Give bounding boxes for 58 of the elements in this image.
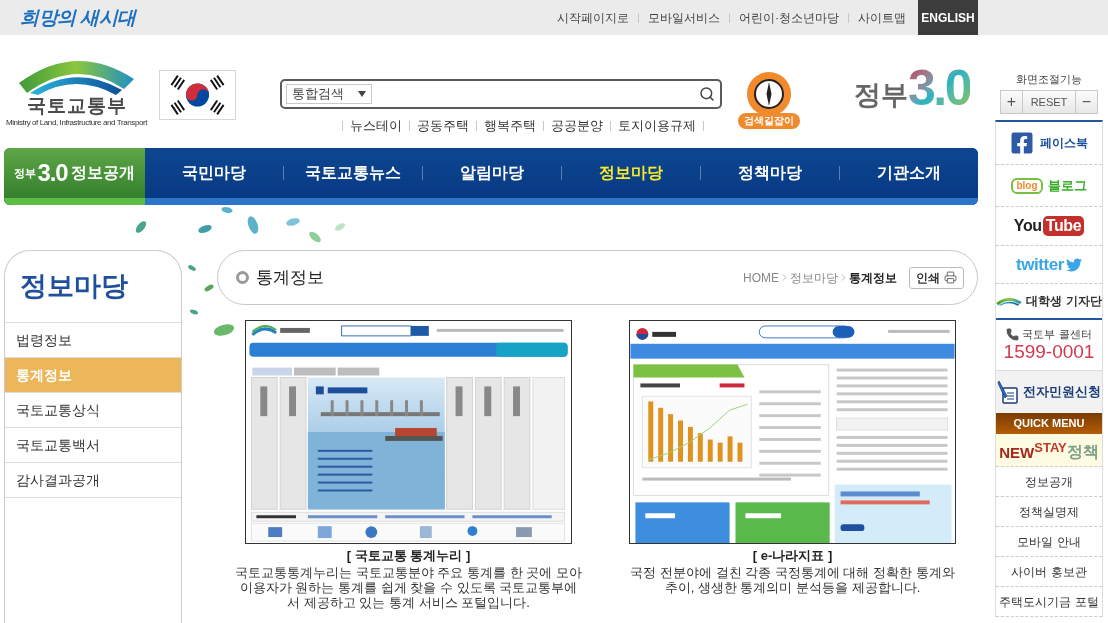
page-title: 통계정보 [256, 266, 324, 289]
dropdown-caret-icon [358, 91, 366, 97]
current-page-label: 통계정보 [849, 269, 897, 287]
search-scope-select[interactable]: 통합검색 [286, 84, 372, 104]
card-description: 국정 전분야에 걸친 각종 국정통계에 대해 정확한 통계와 추이, 생생한 통계의미 분석등을 제공합니다. [630, 565, 955, 595]
facebook-link[interactable]: 페이스북 [996, 122, 1102, 165]
top-link[interactable]: 어린이·청소년마당 [739, 8, 839, 27]
compass-icon [747, 72, 791, 116]
sidebar-title: 정보마당 [20, 273, 128, 300]
nav-menu-item[interactable]: 정책마당 [701, 161, 839, 185]
quick-search-link[interactable]: 토지이용규제 [618, 119, 696, 133]
font-size-control-title: 화면조절기능 [1015, 72, 1083, 86]
quick-search-link[interactable]: 뉴스테이 [350, 119, 402, 133]
english-button[interactable]: ENGLISH [918, 0, 978, 35]
quick-menu-link[interactable]: 정보공개 [996, 467, 1102, 497]
logo-subtitle: Ministry of Land, Infrastructure and Transport [5, 118, 148, 127]
quick-menu-link[interactable]: 사이버 홍보관 [996, 557, 1102, 587]
card-title[interactable]: [ e-나라지표 ] [752, 548, 833, 564]
national-flag-icon [159, 70, 236, 120]
facebook-icon [1010, 131, 1034, 155]
zoom-out-button[interactable]: − [1075, 90, 1098, 114]
pen-document-icon [997, 380, 1019, 404]
website-preview-drawing[interactable] [629, 320, 956, 544]
bird-icon [1066, 256, 1082, 273]
website-preview-drawing[interactable] [245, 320, 572, 544]
top-link[interactable]: 시작페이지로 [557, 8, 629, 27]
top-link[interactable]: 사이트맵 [858, 8, 906, 27]
quick-menu-link[interactable]: 정책실명제 [996, 497, 1102, 527]
logo-name: 국토교통부 [26, 96, 127, 116]
quick-search-link[interactable]: 공공분양 [551, 119, 603, 133]
zoom-in-button[interactable]: + [1000, 90, 1023, 114]
student-reporters-link[interactable]: 대학생 기자단 [996, 284, 1102, 318]
arch-logo-icon [996, 296, 1023, 306]
phone-icon [1006, 327, 1020, 341]
breadcrumb-link[interactable]: 정보마당 [790, 268, 838, 287]
breadcrumb-link[interactable]: HOME [743, 268, 779, 287]
card-title[interactable]: [ 국토교통 통계누리 ] [346, 548, 471, 564]
card-description: 국토교통통계누리는 국토교통분야 주요 통계를 한 곳에 모아 이용자가 원하는 통계를 쉽게 찾을 수 있도록 국토교통부에 서 제공하고 있는 통계 서비스 포털입니다. [235, 565, 582, 610]
slogan-logo: 희망의 새시대 [20, 8, 136, 27]
printer-icon [944, 271, 957, 284]
nav-menu-item[interactable]: 기관소개 [840, 161, 978, 185]
nav-menu-item[interactable]: 알림마당 [423, 161, 561, 185]
quick-menu-header: QUICK MENU [996, 413, 1102, 434]
nav-menu-item[interactable]: 정보마당 [562, 161, 700, 185]
search-icon [699, 86, 715, 102]
quick-search-link[interactable]: 공동주택 [417, 119, 469, 133]
youtube-link[interactable]: You Tube [996, 207, 1102, 246]
gov-logo-text: 정부 [854, 82, 908, 109]
quick-search-link[interactable]: 행복주택 [484, 119, 536, 133]
ring-bullet-icon [236, 271, 249, 284]
top-link[interactable]: 모바일서비스 [648, 8, 720, 27]
quick-menu-link[interactable]: 모바일 안내 [996, 527, 1102, 557]
nav-menu-item[interactable]: 국토교통뉴스 [284, 161, 422, 185]
nav-menu-item[interactable]: 국민마당 [145, 161, 283, 185]
petition-link[interactable]: 전자민원신청 [996, 371, 1102, 413]
print-button[interactable]: 인쇄 [909, 266, 964, 289]
reset-button[interactable]: RESET [1022, 90, 1076, 114]
quick-menu-link[interactable]: 주택도시기금 포털 [996, 587, 1102, 617]
